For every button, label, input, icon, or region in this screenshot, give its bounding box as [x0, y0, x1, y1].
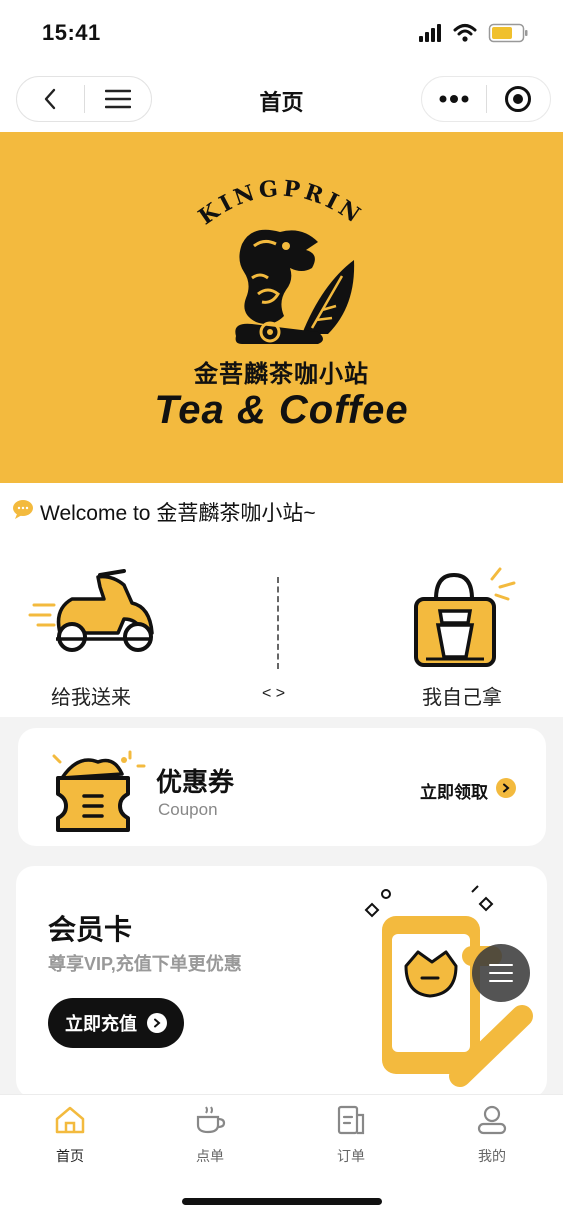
qilin-mascot-icon — [235, 229, 355, 344]
more-button[interactable] — [422, 77, 486, 121]
delivery-label: 给我送来 — [51, 687, 131, 709]
coupon-card[interactable]: 优惠券 Coupon 立即领取 — [18, 728, 546, 846]
vip-subtitle: 尊享VIP,充值下单更优惠 — [48, 954, 242, 974]
brand-name-en: Tea & Coffee — [154, 388, 409, 432]
tab-home[interactable]: 首页 — [30, 1105, 110, 1166]
pickup-bag-icon — [414, 567, 516, 667]
coupon-ticket-icon — [52, 750, 146, 832]
tab-label: 我的 — [478, 1148, 506, 1164]
floating-menu-button[interactable] — [472, 944, 530, 1002]
more-dots-icon — [439, 95, 469, 103]
coupon-subtitle: Coupon — [158, 800, 218, 819]
welcome-chat-icon — [13, 500, 33, 519]
recharge-button[interactable]: 立即充值 — [48, 998, 184, 1048]
pickup-option[interactable]: 我自己拿 — [400, 563, 540, 713]
signal-icon — [419, 24, 441, 42]
status-bar: 15:41 — [0, 0, 563, 68]
nav-capsule-right — [421, 76, 551, 122]
vip-title: 会员卡 — [48, 914, 133, 945]
status-time: 15:41 — [42, 20, 101, 45]
scooter-icon — [28, 569, 154, 652]
brand-name-cn: 金菩麟茶咖小站 — [194, 359, 369, 388]
tab-profile[interactable]: 我的 — [452, 1105, 532, 1166]
tab-orders[interactable]: 订单 — [311, 1105, 391, 1166]
welcome-section: Welcome to 金菩麟茶咖小站~ 给我送来 < > 我自己拿 — [0, 483, 563, 717]
svg-text:KINGPRIN: KINGPRIN — [194, 175, 368, 230]
home-indicator — [182, 1198, 382, 1205]
welcome-text: Welcome to 金菩麟茶咖小站~ — [40, 502, 316, 525]
claim-coupon-link[interactable]: 立即领取 — [420, 778, 488, 803]
order-icon — [337, 1105, 365, 1135]
hamburger-icon — [489, 964, 513, 982]
tab-label: 首页 — [56, 1148, 84, 1164]
battery-icon — [488, 23, 528, 43]
brand-banner[interactable]: KINGPRIN 金菩麟茶咖小站 Tea & Coffee — [0, 132, 563, 483]
recharge-arrow-icon — [147, 1013, 167, 1033]
coupon-title: 优惠券 — [156, 767, 235, 797]
recharge-button-label: 立即充值 — [65, 1014, 137, 1034]
status-icons — [419, 23, 528, 43]
nav-bar: 首页 — [0, 68, 563, 132]
brand-arc-text: KINGPRIN — [194, 175, 364, 230]
claim-arrow-icon[interactable] — [496, 778, 516, 798]
profile-icon — [477, 1105, 507, 1135]
wifi-icon — [453, 24, 477, 42]
tab-order-menu[interactable]: 点单 — [170, 1105, 250, 1166]
mode-divider — [277, 577, 279, 669]
cup-icon — [196, 1106, 226, 1134]
brand-logo: KINGPRIN — [194, 175, 368, 344]
close-miniprogram-button[interactable] — [487, 77, 551, 121]
pickup-label: 我自己拿 — [422, 687, 502, 709]
delivery-option[interactable]: 给我送来 — [20, 563, 170, 713]
target-circle-icon — [505, 86, 532, 112]
tab-label: 点单 — [196, 1148, 224, 1164]
vip-card[interactable]: 会员卡 尊享VIP,充值下单更优惠 立即充值 — [16, 866, 547, 1098]
tab-label: 订单 — [337, 1148, 365, 1164]
mode-switch-arrows[interactable]: < > — [262, 685, 285, 703]
home-icon — [55, 1106, 85, 1134]
